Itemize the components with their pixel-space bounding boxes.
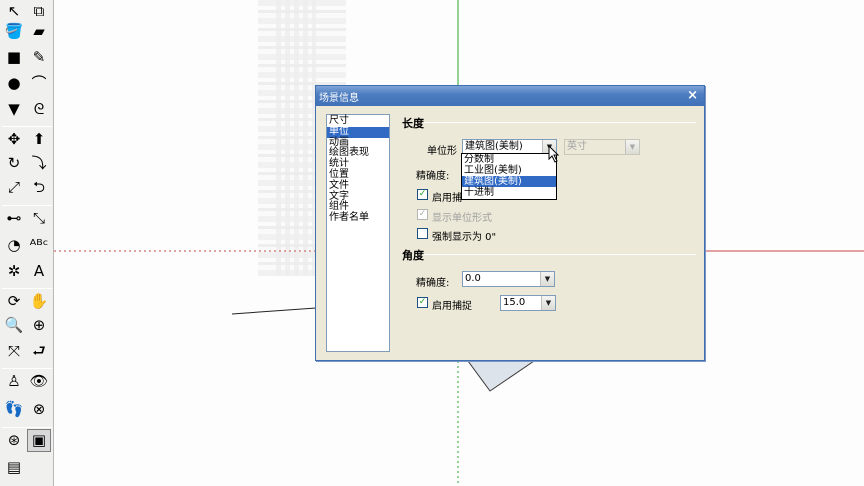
angle-precision-combo[interactable]: 0.0 ▼	[462, 271, 555, 287]
check-mark-icon: ✓	[418, 297, 427, 307]
freehand-icon[interactable]: ᘓ	[27, 98, 51, 121]
category-item[interactable]: 单位	[327, 126, 389, 138]
show-units-label: 显示单位形式	[432, 213, 492, 224]
category-item[interactable]: 文件	[327, 180, 389, 192]
previous-view-icon[interactable]: ⮐	[27, 340, 51, 363]
position-camera-icon[interactable]: ♙	[2, 370, 26, 393]
model-info-dialog: 场景信息 × 尺寸 单位 动画 绘图表现 统计 位置 文件 文字 组件 作者名单 长度 单位形 建…	[315, 85, 705, 361]
chevron-down-icon[interactable]: ▼	[541, 296, 555, 310]
pencil-line-icon[interactable]: ✎	[27, 46, 51, 69]
toolbar-separator	[2, 427, 52, 428]
compass-icon[interactable]: ⊛	[2, 429, 26, 452]
orbit-icon[interactable]: ⟳	[2, 290, 26, 313]
rotate-icon[interactable]: ↻	[2, 152, 26, 175]
dropdown-option[interactable]: 建筑图(美制)	[462, 176, 556, 187]
dimension-icon[interactable]: ⤡	[27, 207, 51, 230]
follow-me-icon[interactable]: ⤵	[27, 152, 51, 175]
eraser-icon[interactable]: ▰	[27, 20, 51, 43]
check-mark-icon: ✓	[418, 189, 427, 199]
show-units-checkbox: ✓	[417, 209, 428, 220]
paint-bucket-icon[interactable]: 🪣	[2, 20, 26, 43]
check-mark-icon: ✓	[418, 209, 427, 219]
push-pull-icon[interactable]: ⬆	[27, 128, 51, 151]
dropdown-option[interactable]: 十进制	[462, 187, 556, 198]
angle-snap-label: 启用捕捉	[432, 301, 472, 312]
category-list: 尺寸 单位 动画 绘图表现 统计 位置 文件 文字 组件 作者名单	[326, 114, 390, 352]
unit-combo: 英寸 ▼	[564, 139, 640, 155]
dialog-titlebar[interactable]: 场景信息 ×	[316, 86, 704, 106]
toolbar-separator	[2, 205, 52, 206]
arc-icon[interactable]: ⌒	[27, 72, 51, 95]
zoom-extents-icon[interactable]: ⤧	[2, 340, 26, 363]
circle-icon[interactable]: ●	[2, 72, 26, 95]
zoom-icon[interactable]: 🔍	[2, 314, 26, 337]
angle-snap-checkbox[interactable]: ✓	[417, 297, 428, 308]
mouse-cursor-icon	[548, 145, 560, 163]
length-separator	[424, 122, 696, 123]
dropdown-option[interactable]: 分数制	[462, 154, 556, 165]
toolbar-separator	[2, 368, 52, 369]
protractor-icon[interactable]: ◔	[2, 234, 26, 257]
length-snap-label: 启用捕	[432, 193, 462, 204]
section-cut-icon[interactable]: ▤	[2, 456, 26, 479]
close-button[interactable]: ×	[687, 88, 698, 103]
rectangle-icon[interactable]: ■	[2, 46, 26, 69]
3d-text-icon[interactable]: A	[27, 260, 51, 283]
model-edge	[231, 307, 317, 315]
length-heading: 长度	[402, 117, 424, 130]
length-precision-label: 精确度:	[416, 171, 450, 182]
unit-format-dropdown: 分数制 工业图(美制) 建筑图(美制) 十进制	[461, 153, 557, 200]
model-face	[467, 360, 536, 392]
section-display-icon[interactable]: ▣	[27, 429, 51, 452]
chevron-down-icon[interactable]: ▼	[540, 272, 554, 286]
move-icon[interactable]: ✥	[2, 128, 26, 151]
polygon-icon[interactable]: ▼	[2, 98, 26, 121]
offset-icon[interactable]: ⮌	[27, 176, 51, 199]
walk-icon[interactable]: 👣	[2, 398, 26, 421]
length-snap-checkbox[interactable]: ✓	[417, 189, 428, 200]
section-plane-icon[interactable]: ⊗	[27, 398, 51, 421]
angle-snap-combo[interactable]: 15.0 ▼	[500, 295, 556, 311]
unit-format-label: 单位形	[427, 146, 457, 157]
force-zero-label: 强制显示为 0"	[432, 232, 497, 243]
angle-snap-value: 15.0	[503, 297, 526, 308]
dropdown-option[interactable]: 工业图(美制)	[462, 165, 556, 176]
toolbar-separator	[2, 126, 52, 127]
category-item[interactable]: 作者名单	[327, 212, 389, 224]
chevron-down-icon: ▼	[625, 140, 639, 154]
unit-value: 英寸	[567, 141, 587, 152]
left-toolbar: ↖ ⧉ 🪣 ▰ ■ ✎ ● ⌒ ▼ ᘓ ✥ ⬆ ↻ ⤵ ⤢ ⮌ ⊷ ⤡ ◔ ᴬᴮᶜ ✲ A ⟳ ✋ 🔍 ⊕ ⤧ ⮐ ♙ 👁 👣 ⊗ ⊛ ▣ ▤	[0, 0, 54, 486]
zoom-window-icon[interactable]: ⊕	[27, 314, 51, 337]
look-around-icon[interactable]: 👁	[27, 370, 51, 393]
tape-measure-icon[interactable]: ⊷	[2, 207, 26, 230]
angle-precision-value: 0.0	[465, 273, 481, 284]
dialog-title: 场景信息	[319, 93, 359, 104]
toolbar-separator	[2, 288, 52, 289]
text-icon[interactable]: ᴬᴮᶜ	[27, 234, 51, 257]
angle-heading: 角度	[402, 249, 424, 262]
axes-icon[interactable]: ✲	[2, 260, 26, 283]
force-zero-checkbox[interactable]	[417, 228, 428, 239]
scale-icon[interactable]: ⤢	[2, 176, 26, 199]
unit-format-value: 建筑图(美制)	[465, 141, 523, 152]
angle-precision-label: 精确度:	[416, 278, 450, 289]
angle-separator	[424, 254, 696, 255]
pan-hand-icon[interactable]: ✋	[27, 290, 51, 313]
